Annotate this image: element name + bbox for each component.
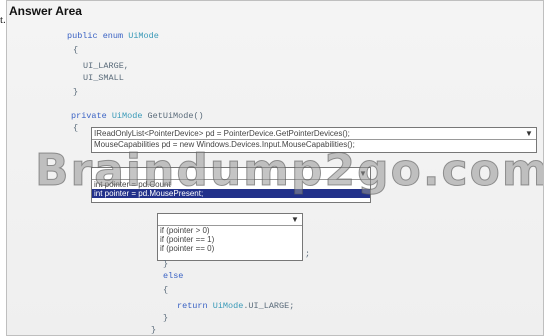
option-text: IReadOnlyList<PointerDevice> pd = Pointe… bbox=[94, 129, 350, 138]
code-line-enum: public enum UiMode bbox=[67, 31, 159, 41]
code-semicolon: ; bbox=[305, 249, 311, 259]
method-name: GetUiMode() bbox=[147, 111, 204, 121]
type-uimode-value: UiMode bbox=[212, 301, 244, 311]
dropdown-head[interactable]: ▼ bbox=[158, 214, 302, 226]
code-enum-large: UI_LARGE, bbox=[83, 61, 129, 71]
keyword-else: else bbox=[163, 271, 184, 281]
return-value: .UI_LARGE; bbox=[243, 301, 295, 311]
code-brace-open: { bbox=[73, 45, 79, 55]
code-brace-open-method: { bbox=[73, 123, 79, 133]
stray-text: t. bbox=[0, 14, 6, 26]
dropdown-option[interactable]: MouseCapabilities pd = new Windows.Devic… bbox=[92, 140, 536, 149]
code-brace-close-else: } bbox=[163, 313, 169, 323]
code-method-signature: private UiMode GetUiMode() bbox=[71, 111, 204, 121]
chevron-down-icon[interactable]: ▼ bbox=[524, 129, 534, 138]
dropdown-pointer-source[interactable]: IReadOnlyList<PointerDevice> pd = Pointe… bbox=[91, 127, 537, 153]
dropdown-option[interactable]: if (pointer > 0) bbox=[158, 226, 302, 235]
type-uimode-return: UiMode bbox=[111, 111, 143, 121]
dropdown-option[interactable]: if (pointer == 1) bbox=[158, 235, 302, 244]
answer-area-panel: Answer Area public enum UiMode { UI_LARG… bbox=[6, 0, 544, 336]
chevron-down-icon[interactable]: ▼ bbox=[290, 215, 300, 224]
code-brace-close-method: } bbox=[151, 325, 157, 335]
code-brace-close: } bbox=[73, 87, 79, 97]
code-enum-small: UI_SMALL bbox=[83, 73, 124, 83]
code-else: else bbox=[163, 271, 183, 281]
keyword-return: return bbox=[177, 301, 208, 311]
dropdown-option[interactable]: IReadOnlyList<PointerDevice> pd = Pointe… bbox=[92, 128, 536, 140]
answer-area-title: Answer Area bbox=[9, 4, 82, 18]
dropdown-condition[interactable]: ▼ if (pointer > 0) if (pointer == 1) if … bbox=[157, 213, 303, 261]
keyword-public-enum: public enum bbox=[67, 31, 124, 41]
code-brace-open-else: { bbox=[163, 285, 169, 295]
dropdown-option[interactable]: if (pointer == 0) bbox=[158, 244, 302, 253]
dropdown-option[interactable]: int pointer = pd.Count bbox=[92, 180, 370, 189]
chevron-down-icon[interactable]: ▼ bbox=[358, 169, 368, 178]
dropdown-option-selected[interactable]: int pointer = pd.MousePresent; bbox=[92, 189, 370, 198]
code-brace-close-if: } bbox=[163, 259, 169, 269]
type-uimode: UiMode bbox=[128, 31, 159, 41]
keyword-private: private bbox=[71, 111, 107, 121]
dropdown-head[interactable]: ▼ bbox=[92, 168, 370, 180]
code-return: return UiMode.UI_LARGE; bbox=[177, 301, 294, 311]
dropdown-pointer-count[interactable]: ▼ int pointer = pd.Count int pointer = p… bbox=[91, 167, 371, 203]
